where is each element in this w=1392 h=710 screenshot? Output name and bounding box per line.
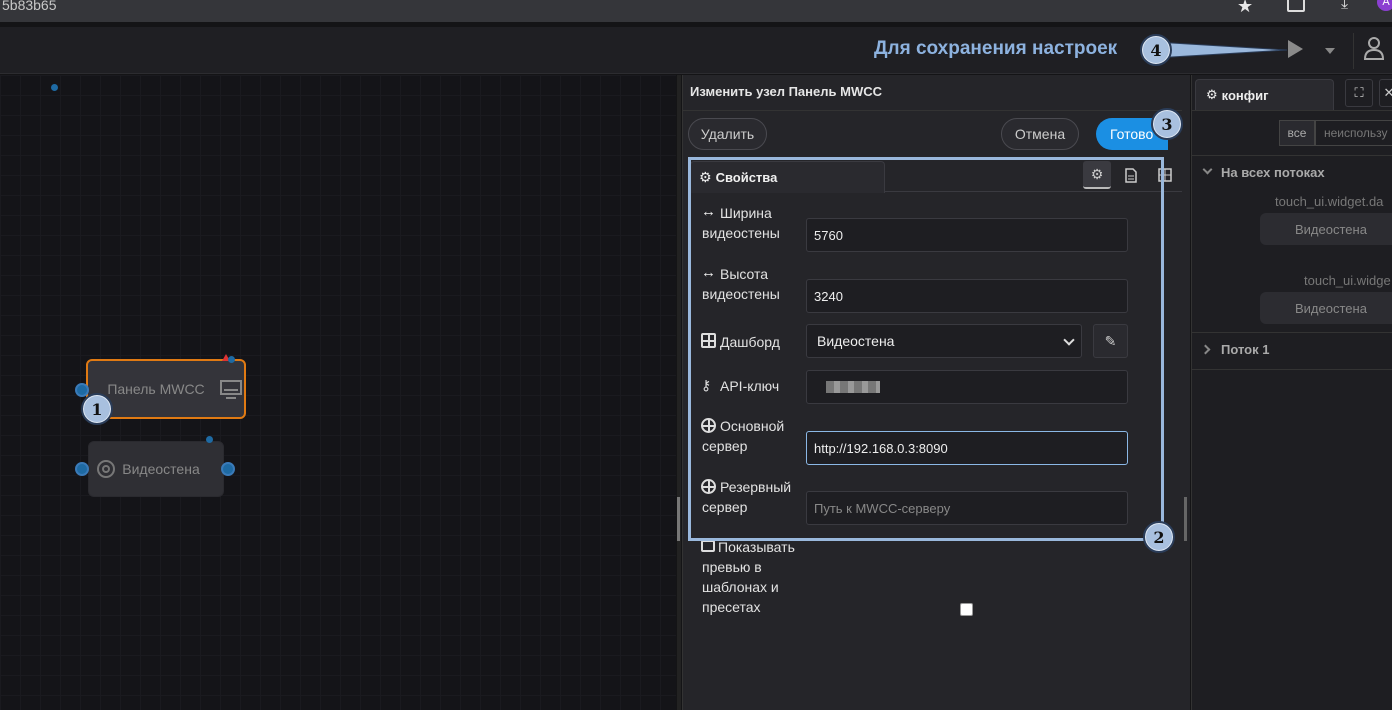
panel-resize-handle[interactable]	[677, 75, 681, 710]
masked-apikey	[826, 381, 880, 393]
apikey-input[interactable]	[806, 370, 1128, 404]
width-label: Ширина видеостены	[702, 205, 780, 241]
annotation-badge-3: 3	[1151, 108, 1183, 140]
editor-title: Изменить узел Панель MWCC	[690, 84, 882, 99]
table-grid-icon	[701, 333, 716, 348]
node-status-dot	[228, 356, 235, 363]
primary-server-input[interactable]: http://192.168.0.3:8090	[806, 431, 1128, 465]
node-label: Видеостена	[122, 461, 200, 477]
node-status-dot	[206, 436, 213, 443]
profile-avatar[interactable]: A	[1377, 0, 1392, 11]
backup-server-label: Резервный сервер	[702, 479, 792, 515]
save-hint-annotation: Для сохранения настроек	[874, 38, 1118, 59]
close-icon[interactable]: ✕	[1379, 79, 1392, 107]
filter-unused-button[interactable]: неиспользу	[1315, 120, 1392, 146]
config-item-type: touch_ui.widget.da	[1275, 194, 1384, 209]
delete-button-label: Удалить	[700, 126, 755, 142]
divider	[1191, 110, 1392, 111]
config-item-label: Видеостена	[1295, 300, 1367, 316]
canvas-dot	[51, 84, 58, 91]
pencil-icon: ✎	[1104, 332, 1117, 349]
node2-input-port[interactable]	[75, 462, 89, 476]
config-item-label: Видеостена	[1295, 221, 1367, 237]
width-input[interactable]: 5760	[806, 218, 1128, 252]
config-item-videowall[interactable]: Видеостена	[1260, 213, 1392, 245]
annotation-arrow	[1155, 41, 1288, 59]
filter-all-button[interactable]: все	[1279, 120, 1315, 146]
settings-tab-gear-icon[interactable]: ⚙	[1083, 161, 1111, 189]
height-label: Высота видеостены	[702, 266, 780, 302]
preview-label: Показывать превью в шаблонах и пресетах	[702, 539, 795, 615]
divider	[1353, 33, 1354, 69]
tab-properties-label: Свойства	[715, 170, 778, 185]
config-item-videowall-2[interactable]: Видеостена	[1260, 292, 1392, 324]
preview-checkbox[interactable]	[960, 603, 973, 616]
puzzle-icon[interactable]	[1287, 0, 1305, 12]
dashboard-label: Дашборд	[720, 334, 780, 350]
node-label: Панель MWCC	[107, 381, 205, 397]
config-item-type: touch_ui.widge	[1304, 273, 1391, 288]
done-button-label: Готово	[1110, 126, 1154, 142]
key-icon: ⚷	[701, 377, 712, 393]
dashboard-select[interactable]: Видеостена	[806, 324, 1082, 358]
flow-canvas[interactable]: Панель MWCC 1 Видеостена	[0, 75, 676, 710]
delete-button[interactable]: Удалить	[688, 118, 767, 150]
filter-unused-label: неиспользу	[1324, 126, 1388, 140]
divider	[1191, 332, 1392, 333]
expand-icon[interactable]: ⛶	[1345, 79, 1373, 107]
address-bar-text[interactable]: 5b83b65	[2, 0, 57, 13]
browser-toolbar: 5b83b65 ★ ⤓ A	[0, 0, 1392, 22]
star-icon[interactable]: ★	[1237, 0, 1253, 17]
deploy-play-icon[interactable]	[1288, 40, 1303, 58]
primary-server-label: Основной сервер	[702, 418, 785, 454]
monitor-icon	[220, 380, 242, 399]
tab-config-label: конфиг	[1221, 87, 1269, 103]
edit-dashboard-button[interactable]: ✎	[1093, 324, 1128, 358]
radio-target-icon	[97, 460, 115, 478]
gear-icon: ⚙	[699, 169, 712, 185]
apikey-label: API-ключ	[720, 378, 780, 394]
divider	[682, 110, 1182, 111]
annotation-badge-1: 1	[81, 393, 113, 425]
divider	[1191, 155, 1392, 156]
dashboard-select-value: Видеостена	[817, 333, 895, 349]
backup-server-input[interactable]: Путь к MWCC-серверу	[806, 491, 1128, 525]
tab-config[interactable]: ⚙ конфиг	[1195, 79, 1334, 110]
gear-icon: ⚙	[1206, 87, 1218, 102]
cancel-button[interactable]: Отмена	[1001, 118, 1079, 150]
appearance-tab-icon[interactable]	[1151, 161, 1179, 189]
node2-output-port[interactable]	[221, 462, 235, 476]
height-input[interactable]: 3240	[806, 279, 1128, 313]
panel-resize-handle-right[interactable]	[1184, 497, 1187, 541]
deploy-menu-chevron-icon[interactable]	[1325, 48, 1335, 54]
section-flow-1[interactable]: Поток 1	[1221, 342, 1269, 357]
user-icon[interactable]	[1364, 36, 1384, 60]
cancel-button-label: Отмена	[1014, 126, 1066, 142]
chevron-down-icon	[1063, 334, 1075, 346]
section-all-flows[interactable]: На всех потоках	[1221, 165, 1325, 180]
filter-all-label: все	[1287, 126, 1307, 140]
description-tab-file-icon[interactable]	[1117, 161, 1145, 189]
tab-properties[interactable]: ⚙ Свойства	[690, 161, 885, 193]
annotation-badge-2: 2	[1143, 521, 1175, 553]
divider	[1191, 369, 1392, 370]
download-icon[interactable]: ⤓	[1341, 0, 1348, 13]
annotation-badge-4: 4	[1140, 34, 1172, 66]
